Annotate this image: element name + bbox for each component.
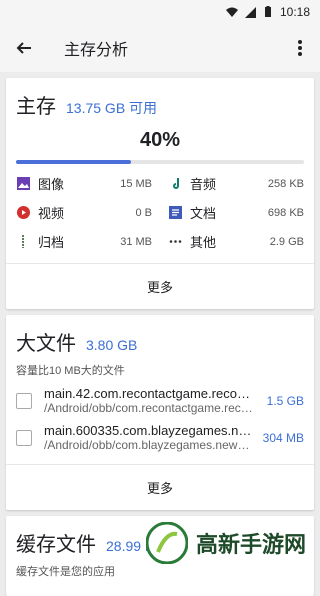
list-item[interactable]: main.42.com.recontactgame.recontactgame.… [6, 378, 314, 415]
category-other[interactable]: 其他 2.9 GB [168, 232, 304, 251]
file-name: main.600335.com.blayzegames.newfps... [44, 423, 253, 438]
category-images[interactable]: 图像 15 MB [16, 174, 152, 193]
file-name: main.42.com.recontactgame.recontactgame.… [44, 386, 257, 401]
file-size: 1.5 GB [266, 393, 304, 408]
wifi-icon [225, 7, 238, 17]
watermark-logo-icon [145, 522, 188, 564]
large-files-size: 3.80 GB [86, 337, 138, 353]
overflow-menu-button[interactable] [288, 32, 312, 64]
arrow-back-icon [16, 42, 31, 54]
file-path: /Android/obb/com.blayzegames.newfps... [44, 438, 253, 452]
app-bar: 主存分析 [0, 24, 320, 72]
file-size: 304 MB [262, 430, 304, 445]
back-button[interactable] [8, 32, 40, 64]
ellipsis-icon [168, 235, 182, 249]
zip-icon [16, 235, 30, 249]
storage-more-button[interactable]: 更多 [6, 263, 314, 309]
image-icon [16, 177, 30, 191]
category-video[interactable]: 视频 0 B [16, 203, 152, 222]
large-files-card: 大文件 3.80 GB 容量比10 MB大的文件 main.42.com.rec… [6, 315, 314, 510]
file-checkbox[interactable] [16, 429, 32, 446]
document-icon [168, 206, 182, 220]
category-archives[interactable]: 归档 31 MB [16, 232, 152, 251]
storage-progress-bar [16, 160, 304, 164]
watermark-text: 高新手游网 [195, 532, 306, 557]
storage-available: 13.75 GB 可用 [66, 100, 158, 116]
storage-progress-fill [16, 160, 132, 164]
status-bar: 10:18 [0, 0, 320, 24]
category-grid: 图像 15 MB 音频 258 KB 视频 0 B 文档 698 KB 归档 3… [6, 164, 314, 251]
status-time: 10:18 [279, 5, 310, 19]
large-files-more-button[interactable]: 更多 [6, 464, 314, 510]
signal-icon [244, 7, 256, 18]
category-audio[interactable]: 音频 258 KB [168, 174, 304, 193]
category-documents[interactable]: 文档 698 KB [168, 203, 304, 222]
page-title: 主存分析 [64, 42, 129, 59]
file-path: /Android/obb/com.recontactgame.recontact… [44, 401, 257, 415]
storage-card: 主存 13.75 GB 可用 40% 图像 15 MB 音频 258 KB 视频… [6, 78, 314, 309]
cache-title: 缓存文件 [16, 534, 96, 556]
battery-icon [264, 6, 271, 17]
more-vert-icon [298, 40, 302, 56]
file-checkbox[interactable] [16, 392, 32, 409]
large-files-title: 大文件 [16, 333, 76, 355]
list-item[interactable]: main.600335.com.blayzegames.newfps... /A… [6, 415, 314, 452]
watermark: 高新手游网 [145, 522, 306, 564]
play-icon [16, 206, 30, 220]
storage-title: 主存 [16, 96, 56, 118]
storage-percent: 40% [139, 129, 181, 151]
large-files-subtitle: 容量比10 MB大的文件 [16, 365, 125, 377]
music-note-icon [168, 177, 182, 191]
